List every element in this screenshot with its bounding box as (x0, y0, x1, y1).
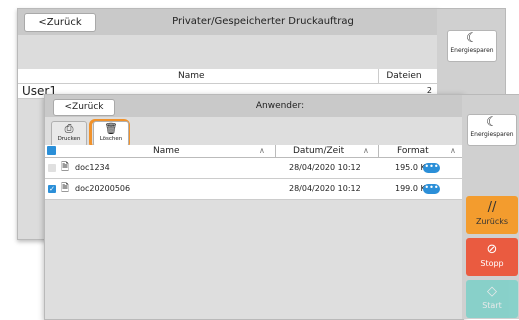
energy-saver-label: Energiesparen (470, 131, 514, 138)
start-icon: ◇ (487, 284, 497, 299)
user-jobs-title: Anwender: (255, 101, 305, 111)
toolbar: ⎙ Drucken 🗑 Löschen (45, 117, 463, 149)
column-date[interactable]: Datum/Zeit (293, 145, 344, 157)
job-name: doc20200506 (75, 184, 131, 193)
row-checkbox[interactable]: ✓ (48, 185, 56, 193)
reset-icon: // (487, 200, 497, 215)
energy-saver-label: Energiesparen (450, 47, 494, 54)
jobs-column-header: Name ∧ Datum/Zeit ∧ Format ∧ (45, 145, 463, 158)
user-jobs-dialog: <Zurück Anwender: ⎙ Drucken 🗑 Löschen Na… (44, 94, 464, 320)
column-divider (275, 145, 276, 157)
stored-job-column-header: Name Dateien (18, 69, 438, 84)
document-icon: 🗎 (61, 183, 70, 194)
printer-icon: ⎙ (64, 122, 74, 135)
stop-icon: ⊘ (486, 242, 498, 257)
job-date: 28/04/2020 10:12 (289, 163, 361, 172)
stored-job-back-button[interactable]: <Zurück (24, 13, 96, 32)
sort-format-icon[interactable]: ∧ (450, 145, 456, 157)
select-all-checkbox[interactable] (47, 146, 56, 155)
column-divider (378, 145, 379, 157)
sort-name-icon[interactable]: ∧ (259, 145, 265, 157)
print-label: Drucken (57, 136, 81, 142)
stored-job-title: Privater/Gespeicherter Druckauftrag (172, 16, 354, 27)
more-options-icon[interactable]: ••• (423, 163, 440, 173)
column-name: Name (178, 71, 205, 81)
job-row[interactable]: ✓ 🗎 doc20200506 28/04/2020 10:12 199.0 K… (45, 179, 463, 200)
stored-job-header: <Zurück Privater/Gespeicherter Druckauft… (18, 9, 438, 35)
moon-icon: ☾ (486, 115, 498, 130)
user-jobs-back-button[interactable]: <Zurück (53, 99, 115, 116)
stop-button[interactable]: ⊘ Stopp (466, 238, 518, 276)
column-files: Dateien (378, 69, 429, 83)
energy-saver-button[interactable]: ☾ Energiesparen (467, 114, 517, 146)
document-icon: 🗎 (61, 162, 70, 173)
column-name[interactable]: Name (153, 145, 180, 157)
user-jobs-header: <Zurück Anwender: (45, 95, 463, 117)
start-label: Start (482, 301, 502, 310)
job-date: 28/04/2020 10:12 (289, 184, 361, 193)
print-button[interactable]: ⎙ Drucken (51, 121, 87, 147)
reset-button[interactable]: // Zurücks (466, 196, 518, 234)
more-options-icon[interactable]: ••• (423, 184, 440, 194)
delete-label: Löschen (99, 136, 123, 142)
moon-icon: ☾ (466, 31, 478, 46)
column-format[interactable]: Format (397, 145, 429, 157)
energy-saver-button-back[interactable]: ☾ Energiesparen (447, 30, 497, 62)
trash-icon: 🗑 (104, 122, 118, 135)
row-checkbox[interactable] (48, 164, 56, 172)
reset-label: Zurücks (475, 217, 509, 226)
job-name: doc1234 (75, 163, 110, 172)
delete-button[interactable]: 🗑 Löschen (93, 121, 129, 147)
start-button[interactable]: ◇ Start (466, 280, 518, 318)
sort-date-icon[interactable]: ∧ (363, 145, 369, 157)
stop-label: Stopp (480, 259, 504, 268)
job-row[interactable]: 🗎 doc1234 28/04/2020 10:12 195.0 KB ••• (45, 158, 463, 179)
